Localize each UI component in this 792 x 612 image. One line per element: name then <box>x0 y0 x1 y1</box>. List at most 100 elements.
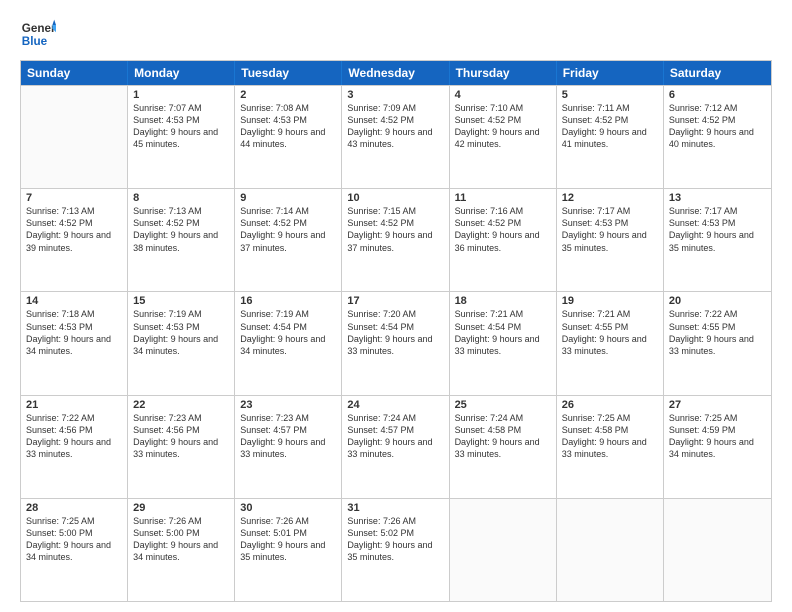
cell-info: Sunrise: 7:10 AMSunset: 4:52 PMDaylight:… <box>455 102 551 151</box>
cell-info: Sunrise: 7:13 AMSunset: 4:52 PMDaylight:… <box>26 205 122 254</box>
calendar-cell <box>664 499 771 601</box>
cell-info: Sunrise: 7:23 AMSunset: 4:56 PMDaylight:… <box>133 412 229 461</box>
calendar-cell: 5Sunrise: 7:11 AMSunset: 4:52 PMDaylight… <box>557 86 664 188</box>
cell-info: Sunrise: 7:13 AMSunset: 4:52 PMDaylight:… <box>133 205 229 254</box>
day-number: 3 <box>347 89 443 101</box>
day-number: 9 <box>240 192 336 204</box>
day-number: 7 <box>26 192 122 204</box>
calendar-cell: 12Sunrise: 7:17 AMSunset: 4:53 PMDayligh… <box>557 189 664 291</box>
cell-info: Sunrise: 7:25 AMSunset: 4:58 PMDaylight:… <box>562 412 658 461</box>
calendar-cell: 16Sunrise: 7:19 AMSunset: 4:54 PMDayligh… <box>235 292 342 394</box>
day-number: 24 <box>347 399 443 411</box>
svg-text:Blue: Blue <box>22 35 48 48</box>
cell-info: Sunrise: 7:20 AMSunset: 4:54 PMDaylight:… <box>347 308 443 357</box>
day-number: 30 <box>240 502 336 514</box>
day-number: 8 <box>133 192 229 204</box>
day-number: 29 <box>133 502 229 514</box>
calendar-cell: 9Sunrise: 7:14 AMSunset: 4:52 PMDaylight… <box>235 189 342 291</box>
calendar-cell: 22Sunrise: 7:23 AMSunset: 4:56 PMDayligh… <box>128 396 235 498</box>
header-day-tuesday: Tuesday <box>235 61 342 85</box>
header-day-friday: Friday <box>557 61 664 85</box>
calendar-cell: 19Sunrise: 7:21 AMSunset: 4:55 PMDayligh… <box>557 292 664 394</box>
day-number: 15 <box>133 295 229 307</box>
calendar-week-5: 28Sunrise: 7:25 AMSunset: 5:00 PMDayligh… <box>21 498 771 601</box>
calendar-cell: 14Sunrise: 7:18 AMSunset: 4:53 PMDayligh… <box>21 292 128 394</box>
calendar-cell: 28Sunrise: 7:25 AMSunset: 5:00 PMDayligh… <box>21 499 128 601</box>
cell-info: Sunrise: 7:16 AMSunset: 4:52 PMDaylight:… <box>455 205 551 254</box>
calendar-body: 1Sunrise: 7:07 AMSunset: 4:53 PMDaylight… <box>21 85 771 601</box>
calendar-cell: 7Sunrise: 7:13 AMSunset: 4:52 PMDaylight… <box>21 189 128 291</box>
day-number: 6 <box>669 89 766 101</box>
calendar-cell: 8Sunrise: 7:13 AMSunset: 4:52 PMDaylight… <box>128 189 235 291</box>
header-day-sunday: Sunday <box>21 61 128 85</box>
day-number: 26 <box>562 399 658 411</box>
cell-info: Sunrise: 7:18 AMSunset: 4:53 PMDaylight:… <box>26 308 122 357</box>
day-number: 23 <box>240 399 336 411</box>
calendar-cell: 1Sunrise: 7:07 AMSunset: 4:53 PMDaylight… <box>128 86 235 188</box>
cell-info: Sunrise: 7:25 AMSunset: 5:00 PMDaylight:… <box>26 515 122 564</box>
cell-info: Sunrise: 7:22 AMSunset: 4:56 PMDaylight:… <box>26 412 122 461</box>
cell-info: Sunrise: 7:26 AMSunset: 5:02 PMDaylight:… <box>347 515 443 564</box>
page: General Blue SundayMondayTuesdayWednesda… <box>0 0 792 612</box>
cell-info: Sunrise: 7:19 AMSunset: 4:54 PMDaylight:… <box>240 308 336 357</box>
calendar-cell: 18Sunrise: 7:21 AMSunset: 4:54 PMDayligh… <box>450 292 557 394</box>
day-number: 28 <box>26 502 122 514</box>
calendar-cell: 31Sunrise: 7:26 AMSunset: 5:02 PMDayligh… <box>342 499 449 601</box>
calendar-cell: 26Sunrise: 7:25 AMSunset: 4:58 PMDayligh… <box>557 396 664 498</box>
calendar-cell: 27Sunrise: 7:25 AMSunset: 4:59 PMDayligh… <box>664 396 771 498</box>
calendar-cell: 24Sunrise: 7:24 AMSunset: 4:57 PMDayligh… <box>342 396 449 498</box>
day-number: 1 <box>133 89 229 101</box>
day-number: 18 <box>455 295 551 307</box>
calendar-cell: 21Sunrise: 7:22 AMSunset: 4:56 PMDayligh… <box>21 396 128 498</box>
calendar-cell: 17Sunrise: 7:20 AMSunset: 4:54 PMDayligh… <box>342 292 449 394</box>
calendar-cell: 29Sunrise: 7:26 AMSunset: 5:00 PMDayligh… <box>128 499 235 601</box>
calendar-cell: 23Sunrise: 7:23 AMSunset: 4:57 PMDayligh… <box>235 396 342 498</box>
cell-info: Sunrise: 7:26 AMSunset: 5:00 PMDaylight:… <box>133 515 229 564</box>
day-number: 4 <box>455 89 551 101</box>
svg-text:General: General <box>22 22 56 35</box>
cell-info: Sunrise: 7:19 AMSunset: 4:53 PMDaylight:… <box>133 308 229 357</box>
day-number: 19 <box>562 295 658 307</box>
day-number: 22 <box>133 399 229 411</box>
cell-info: Sunrise: 7:09 AMSunset: 4:52 PMDaylight:… <box>347 102 443 151</box>
calendar-cell: 25Sunrise: 7:24 AMSunset: 4:58 PMDayligh… <box>450 396 557 498</box>
calendar-cell: 3Sunrise: 7:09 AMSunset: 4:52 PMDaylight… <box>342 86 449 188</box>
day-number: 10 <box>347 192 443 204</box>
cell-info: Sunrise: 7:24 AMSunset: 4:58 PMDaylight:… <box>455 412 551 461</box>
calendar-week-3: 14Sunrise: 7:18 AMSunset: 4:53 PMDayligh… <box>21 291 771 394</box>
header: General Blue <box>20 16 772 52</box>
header-day-monday: Monday <box>128 61 235 85</box>
day-number: 17 <box>347 295 443 307</box>
day-number: 21 <box>26 399 122 411</box>
calendar-cell: 10Sunrise: 7:15 AMSunset: 4:52 PMDayligh… <box>342 189 449 291</box>
day-number: 13 <box>669 192 766 204</box>
day-number: 2 <box>240 89 336 101</box>
header-day-thursday: Thursday <box>450 61 557 85</box>
calendar-cell: 20Sunrise: 7:22 AMSunset: 4:55 PMDayligh… <box>664 292 771 394</box>
cell-info: Sunrise: 7:21 AMSunset: 4:55 PMDaylight:… <box>562 308 658 357</box>
day-number: 16 <box>240 295 336 307</box>
calendar-week-4: 21Sunrise: 7:22 AMSunset: 4:56 PMDayligh… <box>21 395 771 498</box>
day-number: 31 <box>347 502 443 514</box>
calendar-week-2: 7Sunrise: 7:13 AMSunset: 4:52 PMDaylight… <box>21 188 771 291</box>
cell-info: Sunrise: 7:21 AMSunset: 4:54 PMDaylight:… <box>455 308 551 357</box>
calendar-cell: 4Sunrise: 7:10 AMSunset: 4:52 PMDaylight… <box>450 86 557 188</box>
calendar-cell <box>450 499 557 601</box>
calendar-cell <box>557 499 664 601</box>
header-day-saturday: Saturday <box>664 61 771 85</box>
cell-info: Sunrise: 7:23 AMSunset: 4:57 PMDaylight:… <box>240 412 336 461</box>
cell-info: Sunrise: 7:25 AMSunset: 4:59 PMDaylight:… <box>669 412 766 461</box>
calendar-week-1: 1Sunrise: 7:07 AMSunset: 4:53 PMDaylight… <box>21 85 771 188</box>
calendar-cell <box>21 86 128 188</box>
cell-info: Sunrise: 7:08 AMSunset: 4:53 PMDaylight:… <box>240 102 336 151</box>
calendar-cell: 2Sunrise: 7:08 AMSunset: 4:53 PMDaylight… <box>235 86 342 188</box>
cell-info: Sunrise: 7:12 AMSunset: 4:52 PMDaylight:… <box>669 102 766 151</box>
calendar-cell: 15Sunrise: 7:19 AMSunset: 4:53 PMDayligh… <box>128 292 235 394</box>
cell-info: Sunrise: 7:15 AMSunset: 4:52 PMDaylight:… <box>347 205 443 254</box>
calendar-header: SundayMondayTuesdayWednesdayThursdayFrid… <box>21 61 771 85</box>
cell-info: Sunrise: 7:14 AMSunset: 4:52 PMDaylight:… <box>240 205 336 254</box>
cell-info: Sunrise: 7:17 AMSunset: 4:53 PMDaylight:… <box>562 205 658 254</box>
cell-info: Sunrise: 7:17 AMSunset: 4:53 PMDaylight:… <box>669 205 766 254</box>
calendar-cell: 13Sunrise: 7:17 AMSunset: 4:53 PMDayligh… <box>664 189 771 291</box>
cell-info: Sunrise: 7:26 AMSunset: 5:01 PMDaylight:… <box>240 515 336 564</box>
